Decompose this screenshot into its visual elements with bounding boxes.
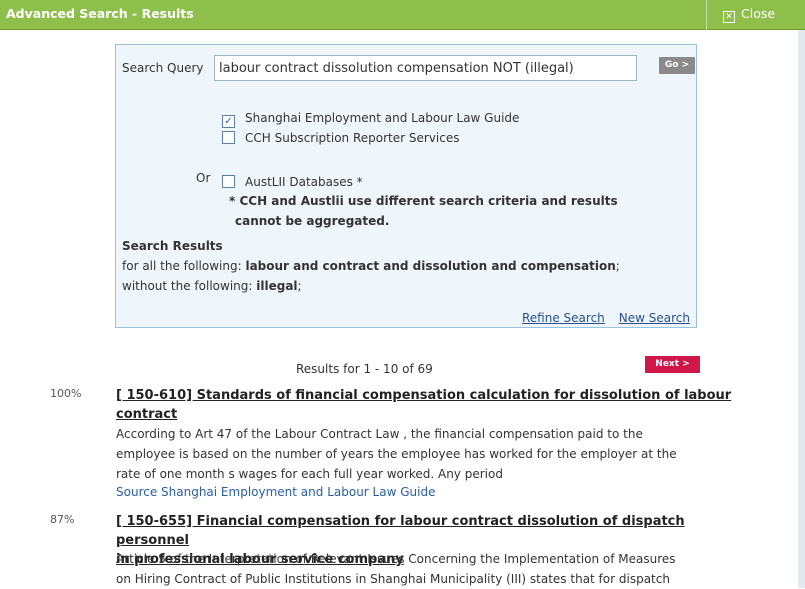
result-title-line: [ 150-610] Standards of financial compen… [116,388,732,403]
go-button[interactable]: Go > [659,57,695,74]
db-option-label: CCH Subscription Reporter Services [245,131,460,145]
search-results-heading: Search Results [122,239,223,253]
aggregation-note: * CCH and Austlii use different search c… [229,191,669,231]
search-query-label: Search Query [122,61,204,75]
close-button[interactable]: ✕ Close [706,0,805,30]
result-title-line: [ 150-655] Financial compensation for la… [116,514,685,548]
db-option-cch[interactable]: CCH Subscription Reporter Services [222,131,459,145]
without-following-line: without the following: illegal; [122,279,302,293]
without-prefix: without the following: [122,279,257,293]
result-title-link[interactable]: [ 150-610] Standards of financial compen… [116,386,756,424]
search-links: Refine Search New Search [508,311,690,325]
close-icon: ✕ [723,11,735,23]
next-button[interactable]: Next > [645,356,700,373]
note-line: * CCH and Austlii use different search c… [229,194,618,208]
db-option-label: Shanghai Employment and Labour Law Guide [245,111,520,125]
result-snippet: According to Art 47 of the Labour Contra… [116,424,764,484]
snippet-line: rate of one month s wages for each full … [116,467,503,481]
db-option-austlii[interactable]: AustLII Databases * [222,175,363,189]
db-option-label: AustLII Databases * [245,175,363,189]
checkbox-checked-icon[interactable]: ✓ [222,115,235,128]
snippet-line: employee is based on the number of years… [116,447,677,461]
note-line: cannot be aggregated. [235,214,390,228]
without-terms: illegal [256,279,298,293]
close-label: Close [741,6,776,21]
right-edge-strip [798,30,805,588]
result-title-line: contract [116,407,178,422]
all-following-prefix: for all the following: [122,259,246,273]
refine-search-link[interactable]: Refine Search [522,311,605,325]
snippet-line: Article 5 of the Interpretation of Relev… [116,552,676,566]
relevance-score: 87% [50,513,75,526]
snippet-line: According to Art 47 of the Labour Contra… [116,427,643,441]
all-following-suffix: ; [615,259,620,273]
result-snippet: Article 5 of the Interpretation of Relev… [116,549,764,589]
or-label: Or [196,171,211,185]
new-search-link[interactable]: New Search [619,311,690,325]
search-query-input[interactable] [214,55,637,81]
db-option-shanghai[interactable]: ✓ Shanghai Employment and Labour Law Guid… [222,111,519,128]
all-following-terms: labour and contract and dissolution and … [245,259,616,273]
window-titlebar: Advanced Search - Results ✕ Close [0,0,805,30]
search-panel: Search Query Go > ✓ Shanghai Employment a… [115,44,697,328]
checkbox-unchecked-icon[interactable] [222,131,235,144]
all-following-line: for all the following: labour and contra… [122,259,620,273]
without-suffix: ; [297,279,302,293]
result-source[interactable]: Source Shanghai Employment and Labour La… [116,485,435,499]
snippet-line: on Hiring Contract of Public Institution… [116,572,670,586]
window-title: Advanced Search - Results [6,6,194,21]
checkbox-unchecked-icon[interactable] [222,175,235,188]
results-count: Results for 1 - 10 of 69 [296,362,433,376]
relevance-score: 100% [50,387,82,400]
